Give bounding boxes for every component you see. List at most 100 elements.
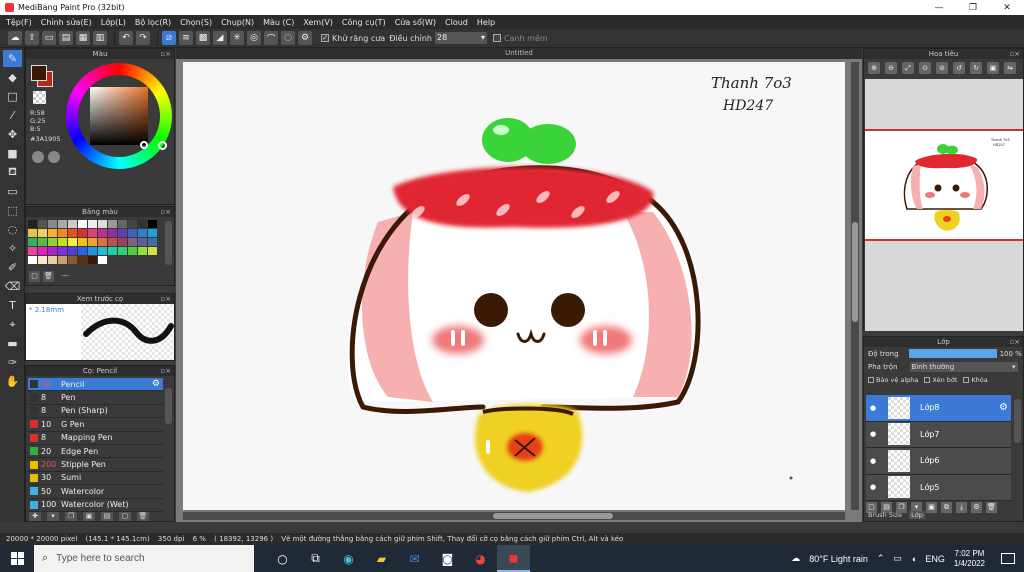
select-pen-tool-icon[interactable]: ✐ [3,259,22,276]
select-tool-icon[interactable]: ⬚ [3,202,22,219]
parallel-snap-icon[interactable]: ≡ [179,31,193,45]
layer-row[interactable]: ● Lớp8 ⚙ [866,395,1011,422]
palette-swatch[interactable] [118,238,127,246]
protect-alpha-checkbox[interactable]: Bảo vệ alpha [868,376,918,384]
add-brush-icon[interactable]: ✚ [29,512,41,521]
palette-swatch[interactable] [38,256,47,264]
palette-swatch[interactable] [98,238,107,246]
palette-swatch[interactable] [128,220,137,228]
menu-tools[interactable]: Công cụ(T) [342,18,386,27]
network-icon[interactable]: ▭ [893,553,902,564]
palette-swatch[interactable] [108,229,117,237]
palette-swatch[interactable] [78,247,87,255]
tray-chevron-icon[interactable]: ⌃ [877,553,885,564]
export-icon[interactable]: ⇪ [25,31,39,45]
zoom-reset-icon[interactable]: ⊘ [936,62,948,74]
opacity-slider[interactable] [908,349,997,358]
panel-close-icon[interactable]: ▫× [160,49,171,59]
palette-swatch[interactable] [98,256,107,264]
palette-swatch[interactable] [78,229,87,237]
saturation-value-square[interactable] [90,87,148,145]
palette-swatch[interactable] [98,229,107,237]
palette-swatch[interactable] [98,247,107,255]
brush-folder-icon[interactable]: ▣ [83,512,95,521]
brush-item[interactable]: 8 Pen [28,391,163,405]
edge-icon[interactable]: ◉ [332,545,365,572]
wheel-mode-icon[interactable] [32,151,44,163]
circle-snap-icon[interactable]: ◎ [247,31,261,45]
brush-doc-icon[interactable]: ▤ [101,512,113,521]
brush-item[interactable]: 20 Edge Pen [28,445,163,459]
palette-swatch[interactable] [128,238,137,246]
menu-snap[interactable]: Chụp(N) [221,18,254,27]
palette-swatch[interactable] [68,229,77,237]
panel-close-icon[interactable]: ▫× [160,294,171,304]
palette-scrollbar[interactable] [165,221,172,265]
brush-item[interactable]: 200 Stipple Pen [28,458,163,472]
flip-icon[interactable]: ⇋ [1004,62,1016,74]
duplicate-layer-icon[interactable]: ⧉ [941,502,952,513]
panel-icon[interactable]: ▥ [93,31,107,45]
lasso-tool-icon[interactable]: ◌ [3,221,22,238]
brush-item[interactable]: 100 Watercolor (Wet) [28,499,163,512]
brush-copy-icon[interactable]: ❐ [65,512,77,521]
layer-gear-icon[interactable]: ⚙ [999,402,1008,413]
palette-swatch[interactable] [28,229,37,237]
fg-bg-colors[interactable] [31,65,53,87]
menu-window[interactable]: Cửa sổ(W) [395,18,436,27]
gradient-tool-icon[interactable]: ▭ [3,183,22,200]
fit-icon[interactable]: ⤢ [902,62,914,74]
palette-swatch[interactable] [38,229,47,237]
mail-icon[interactable]: ✉ [398,545,431,572]
palette-swatch[interactable] [28,256,37,264]
hue-wheel[interactable] [66,63,172,169]
brush-item[interactable]: 30 Sumi [28,472,163,486]
brush-item[interactable]: 8 Mapping Pen [28,432,163,445]
delete-brush-icon[interactable]: 🗑 [137,512,149,521]
start-button[interactable] [0,552,34,565]
bucket-tool-icon[interactable]: ⛾ [3,164,22,181]
undo-icon[interactable]: ↶ [119,31,133,45]
palette-swatch[interactable] [78,256,87,264]
palette-swatch[interactable] [48,220,57,228]
layer-row[interactable]: ● Lớp5 [866,474,1011,501]
brush-scrollbar[interactable] [165,388,172,424]
curve-snap-icon[interactable]: ⌒ [264,31,278,45]
menu-file[interactable]: Tệp(F) [6,18,32,27]
palette-swatch[interactable] [48,256,57,264]
chat-icon[interactable]: ▤ [59,31,73,45]
menu-help[interactable]: Help [477,18,495,27]
vanish-snap-icon[interactable]: ◢ [213,31,227,45]
tab-layer[interactable]: Lớp [909,511,925,519]
brush-menu-icon[interactable]: ▾ [47,512,59,521]
rotate-left-icon[interactable]: ↺ [953,62,965,74]
foreground-color[interactable] [31,65,47,81]
soft-edge-checkbox[interactable]: Cạnh mềm [492,34,548,43]
canvas-tab[interactable]: Untitled [176,48,862,59]
palette-swatch[interactable] [118,220,127,228]
snap-off-icon[interactable]: ⧄ [162,31,176,45]
palette-swatch[interactable] [138,238,147,246]
palette-swatch[interactable] [48,229,57,237]
visibility-icon[interactable]: ● [866,457,880,465]
canvas-horizontal-scrollbar[interactable] [183,512,845,520]
select-eraser-tool-icon[interactable]: ⌫ [3,278,22,295]
antialias-checkbox[interactable]: ✓ Khử răng cưa [321,34,385,43]
merge-layer-icon[interactable]: ⤓ [956,502,967,513]
brush-item[interactable]: 50 Watercolor [28,485,163,499]
palette-swatch[interactable] [128,229,137,237]
menu-cloud[interactable]: Cloud [445,18,468,27]
cortana-icon[interactable]: ○ [266,545,299,572]
tab-brush-size[interactable]: Brush Size [866,511,904,519]
layer-row[interactable]: ● Lớp7 [866,421,1011,448]
palette-swatch[interactable] [58,238,67,246]
sv-marker[interactable] [140,141,148,149]
palette-swatch[interactable] [78,238,87,246]
task-view-icon[interactable]: ⧉ [299,545,332,572]
grid-icon[interactable]: ▦ [76,31,90,45]
palette-swatch[interactable] [48,238,57,246]
menu-layer[interactable]: Lớp(L) [101,18,126,27]
scroll-thumb[interactable] [493,513,613,519]
canvas[interactable]: Thanh 7o3 HD247 [183,62,845,510]
rotate-right-icon[interactable]: ↻ [970,62,982,74]
